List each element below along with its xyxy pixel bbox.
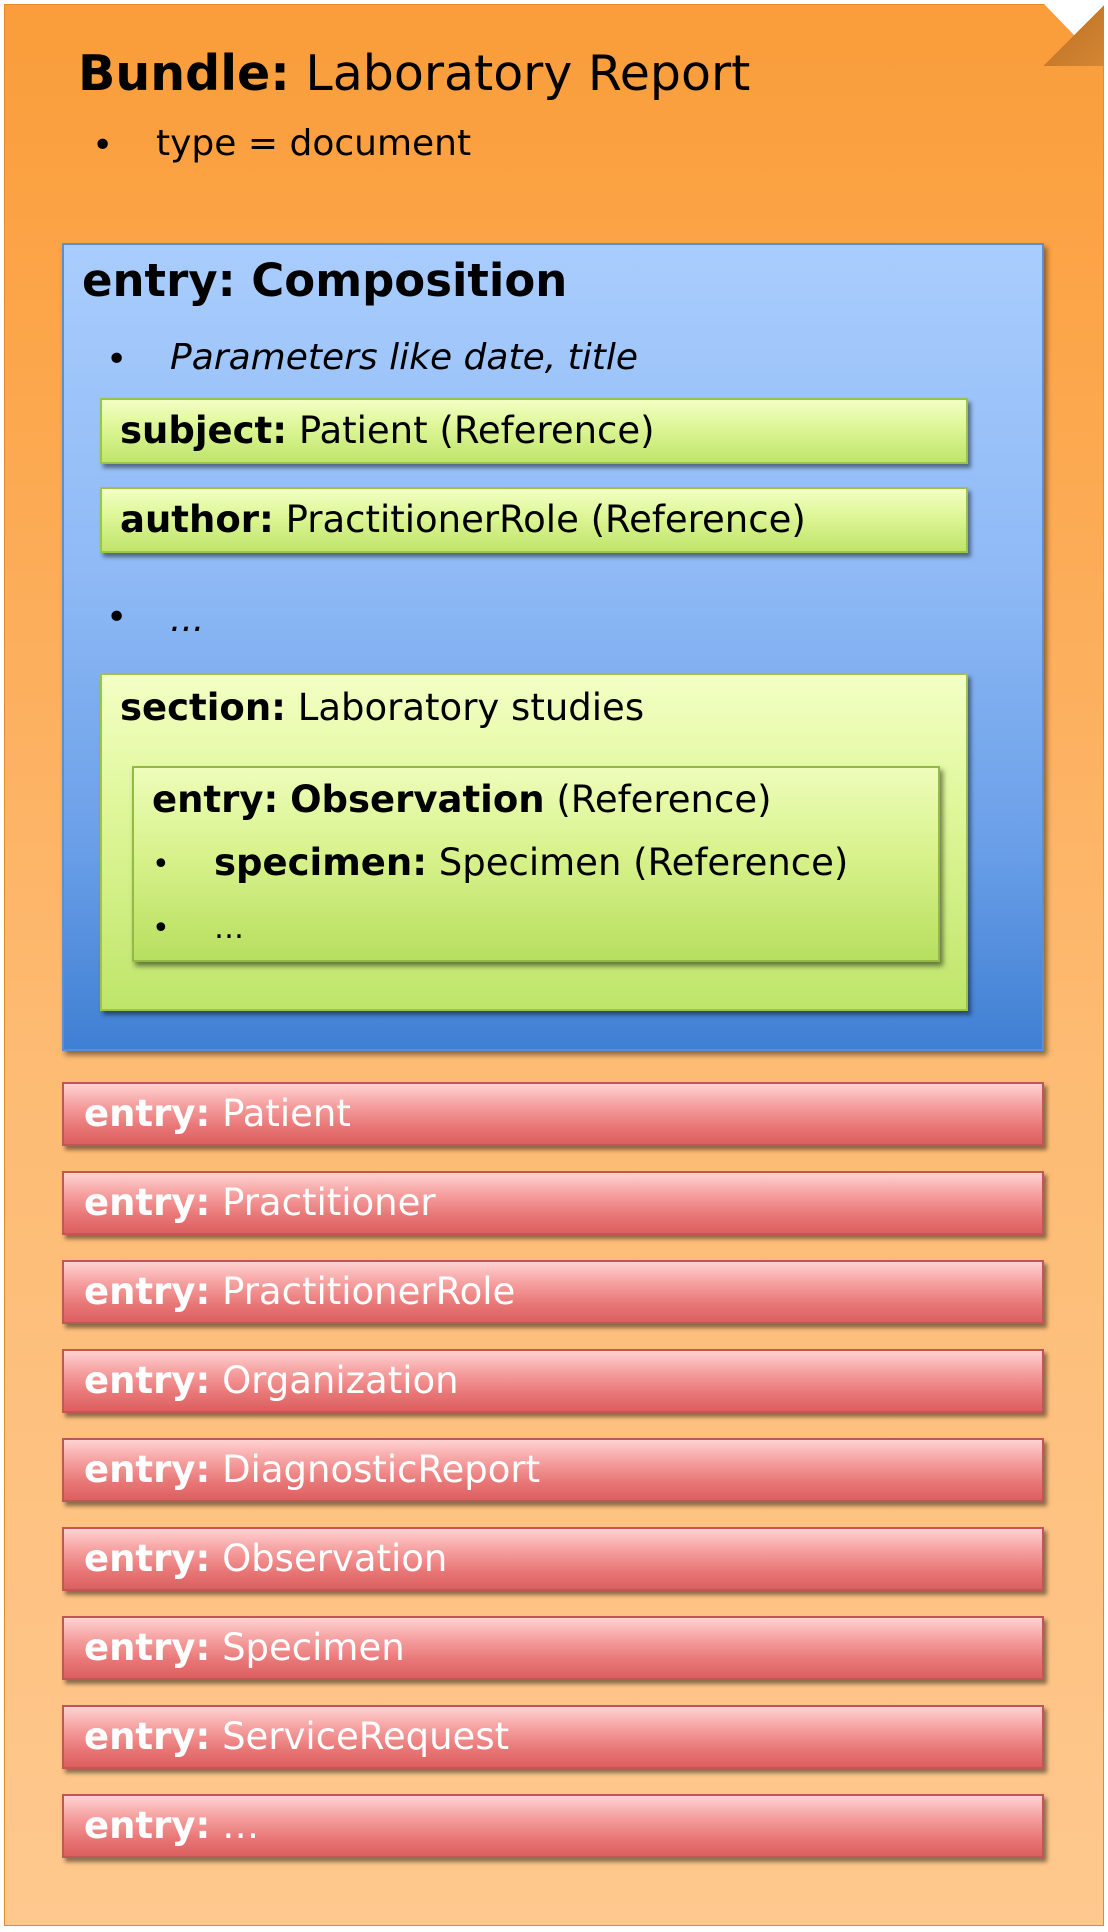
bundle-title-label: Bundle: — [78, 45, 290, 102]
section-entry-title: entry: Observation (Reference) — [152, 778, 772, 822]
entry-key: entry: — [84, 1804, 211, 1847]
entry-key: entry: — [84, 1537, 211, 1580]
entry-organization: entry: Organization — [62, 1349, 1044, 1413]
entry-value: Patient — [222, 1092, 351, 1135]
subject-key: subject: — [120, 409, 288, 452]
bullet-icon: • — [92, 125, 114, 166]
section-entry-type: Observation — [290, 778, 545, 821]
composition-params: Parameters like date, title — [170, 337, 638, 378]
section-entry-key: entry: — [152, 778, 279, 821]
entry-key: entry: — [84, 1359, 211, 1402]
entry-diagnosticreport: entry: DiagnosticReport — [62, 1438, 1044, 1502]
section-entry-ellipsis: … — [214, 911, 244, 946]
entry-value: Specimen — [222, 1626, 405, 1669]
entry-key: entry: — [84, 1626, 211, 1669]
bullet-icon: • — [106, 339, 128, 380]
folded-corner-icon — [1044, 4, 1104, 66]
bundle-type: type = document — [156, 123, 472, 164]
bullet-icon: • — [152, 911, 170, 946]
entry-value: … — [222, 1804, 260, 1847]
entry-practitionerrole: entry: PractitionerRole — [62, 1260, 1044, 1324]
section-field: section: Laboratory studies — [120, 686, 644, 730]
entry-key: entry: — [84, 1715, 211, 1758]
composition-ellipsis: ... — [170, 599, 205, 640]
entry-more: entry: … — [62, 1794, 1044, 1858]
entry-observation: entry: Observation — [62, 1527, 1044, 1591]
entry-servicerequest: entry: ServiceRequest — [62, 1705, 1044, 1769]
section-value: Laboratory studies — [297, 686, 645, 729]
entry-practitioner: entry: Practitioner — [62, 1171, 1044, 1235]
section-entry-ref: (Reference) — [556, 778, 772, 821]
entry-value: PractitionerRole — [222, 1270, 516, 1313]
entry-key: entry: — [84, 1448, 211, 1491]
subject-field: subject: Patient (Reference) — [120, 409, 655, 453]
bullet-icon: • — [152, 847, 170, 882]
entry-patient: entry: Patient — [62, 1082, 1044, 1146]
section-key: section: — [120, 686, 286, 729]
entry-value: DiagnosticReport — [222, 1448, 541, 1491]
entry-key: entry: — [84, 1092, 211, 1135]
entry-value: Practitioner — [222, 1181, 436, 1224]
author-key: author: — [120, 498, 274, 541]
author-value: PractitionerRole (Reference) — [285, 498, 806, 541]
entry-value: ServiceRequest — [222, 1715, 510, 1758]
bundle-title-value: Laboratory Report — [305, 45, 751, 102]
entry-value: Observation — [222, 1537, 448, 1580]
composition-title: entry: Composition — [82, 254, 568, 307]
specimen-field: specimen: Specimen (Reference) — [214, 841, 848, 885]
specimen-key: specimen: — [214, 841, 428, 884]
subject-value: Patient (Reference) — [298, 409, 655, 452]
bullet-icon: • — [106, 597, 128, 638]
entry-key: entry: — [84, 1270, 211, 1313]
author-field: author: PractitionerRole (Reference) — [120, 498, 806, 542]
entry-key: entry: — [84, 1181, 211, 1224]
bundle-title: Bundle: Laboratory Report — [78, 44, 750, 104]
entry-value: Organization — [222, 1359, 459, 1402]
specimen-value: Specimen (Reference) — [438, 841, 849, 884]
entry-specimen: entry: Specimen — [62, 1616, 1044, 1680]
